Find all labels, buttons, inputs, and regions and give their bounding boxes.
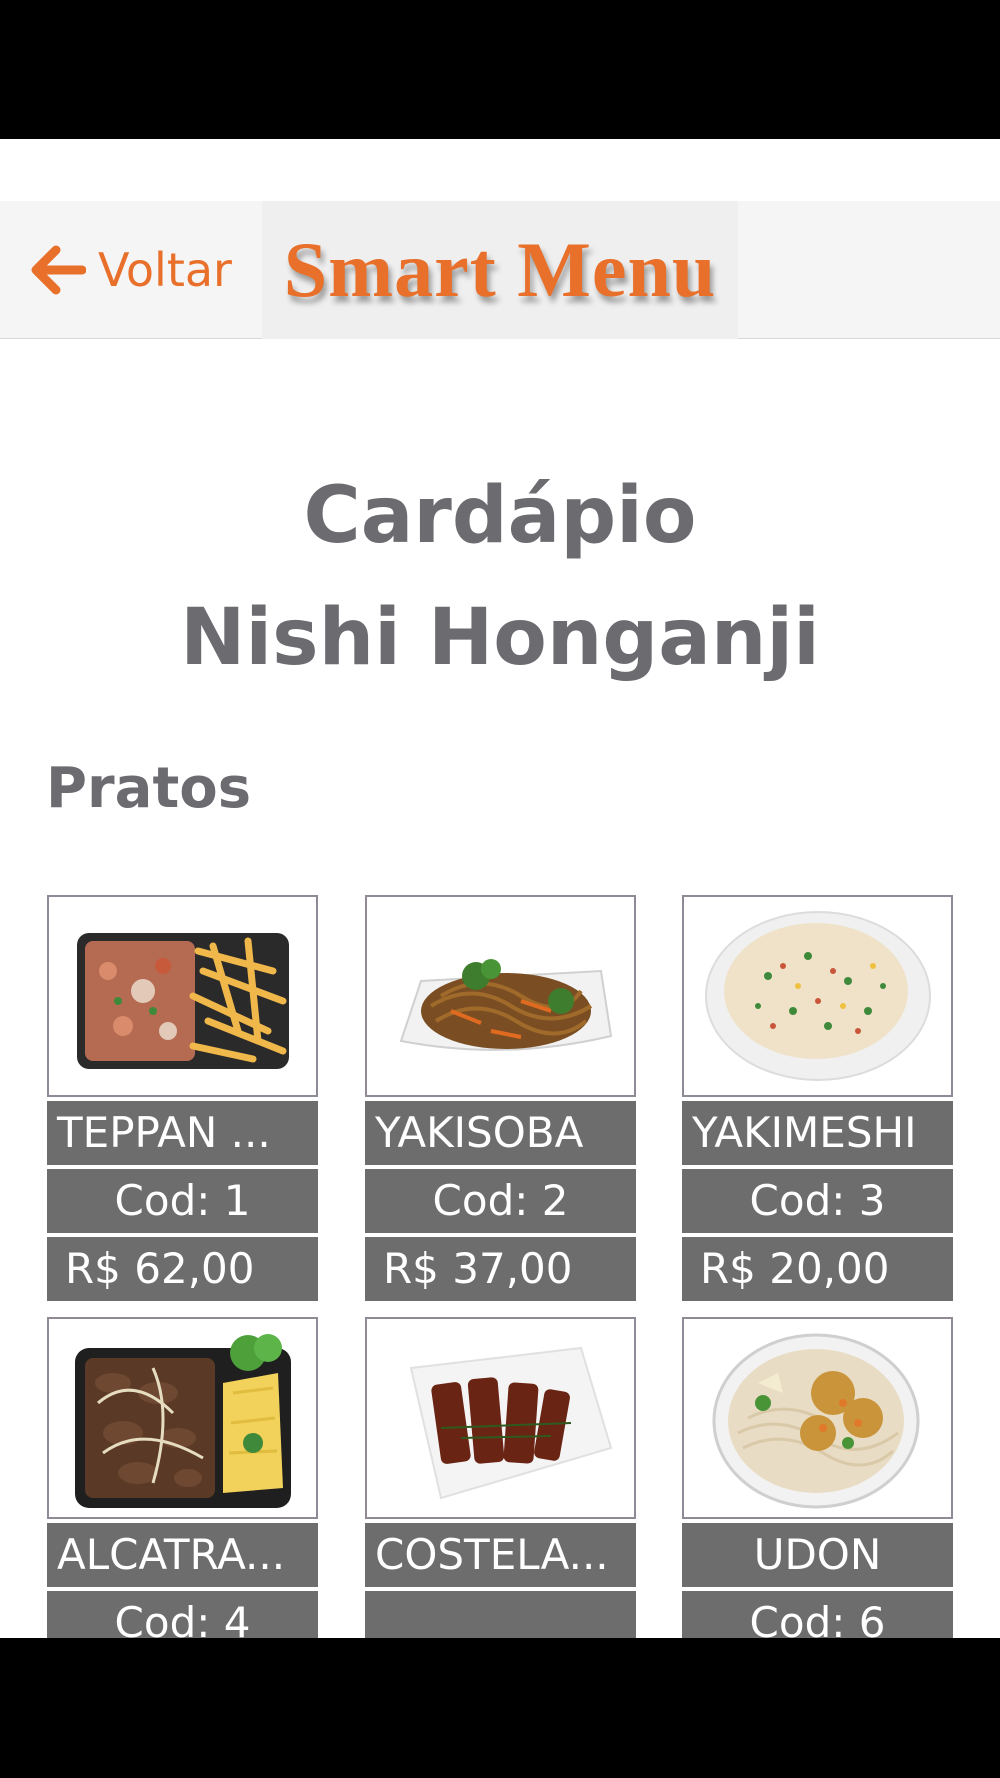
- status-bar: [0, 0, 1000, 139]
- ribs-plate-image: [409, 1346, 612, 1500]
- dish-name: ALCATRA...: [47, 1523, 318, 1587]
- dish-card[interactable]: YAKIMESHI Cod: 3 R$ 20,00: [682, 895, 953, 1301]
- bottom-bar: [0, 1638, 1000, 1778]
- dish-grid: TEPPAN ... Cod: 1 R$ 62,00 YAKISOBA Cod:…: [0, 895, 1000, 1638]
- brand-title: Smart Menu: [283, 226, 717, 313]
- top-navbar: Voltar Smart Menu: [0, 201, 1000, 339]
- dish-card[interactable]: COSTELA...: [365, 1317, 636, 1638]
- dish-price: R$ 62,00: [47, 1237, 318, 1301]
- page-title: Cardápio Nishi Honganji: [0, 455, 1000, 699]
- arrow-left-icon: [31, 245, 86, 295]
- page-title-line-2: Nishi Honganji: [180, 593, 820, 683]
- dish-code: Cod: 2: [365, 1169, 636, 1233]
- dish-card[interactable]: TEPPAN ... Cod: 1 R$ 62,00: [47, 895, 318, 1301]
- dish-image: [682, 1317, 953, 1519]
- dish-price: R$ 37,00: [365, 1237, 636, 1301]
- dish-image: [365, 1317, 636, 1519]
- dish-image: [365, 895, 636, 1097]
- dish-code: Cod: 4: [47, 1591, 318, 1638]
- back-button[interactable]: Voltar: [30, 201, 232, 339]
- dish-code: Cod: 3: [682, 1169, 953, 1233]
- dish-image: [47, 1317, 318, 1519]
- dish-card[interactable]: YAKISOBA Cod: 2 R$ 37,00: [365, 895, 636, 1301]
- udon-bowl-image: [712, 1333, 919, 1509]
- dish-name: TEPPAN ...: [47, 1101, 318, 1165]
- dish-image: [47, 895, 318, 1097]
- dish-name: YAKIMESHI: [682, 1101, 953, 1165]
- dish-card[interactable]: UDON Cod: 6: [682, 1317, 953, 1638]
- alcatra-platter-image: [74, 1334, 291, 1508]
- back-label: Voltar: [98, 243, 232, 297]
- dish-price: R$ 20,00: [682, 1237, 953, 1301]
- dish-name: YAKISOBA: [365, 1101, 636, 1165]
- dish-card[interactable]: ALCATRA... Cod: 4: [47, 1317, 318, 1638]
- dish-image: [682, 895, 953, 1097]
- dish-code: Cod: 6: [682, 1591, 953, 1638]
- section-title: Pratos: [46, 756, 252, 821]
- yakisoba-plate-image: [399, 959, 612, 1051]
- dish-name: UDON: [682, 1523, 953, 1587]
- dish-name: COSTELA...: [365, 1523, 636, 1587]
- fried-rice-plate-image: [704, 911, 931, 1081]
- dish-code: [365, 1591, 636, 1638]
- dish-code: Cod: 1: [47, 1169, 318, 1233]
- teppan-platter-image: [76, 933, 289, 1069]
- brand-logo: Smart Menu: [262, 201, 738, 339]
- page-title-line-1: Cardápio: [303, 471, 697, 561]
